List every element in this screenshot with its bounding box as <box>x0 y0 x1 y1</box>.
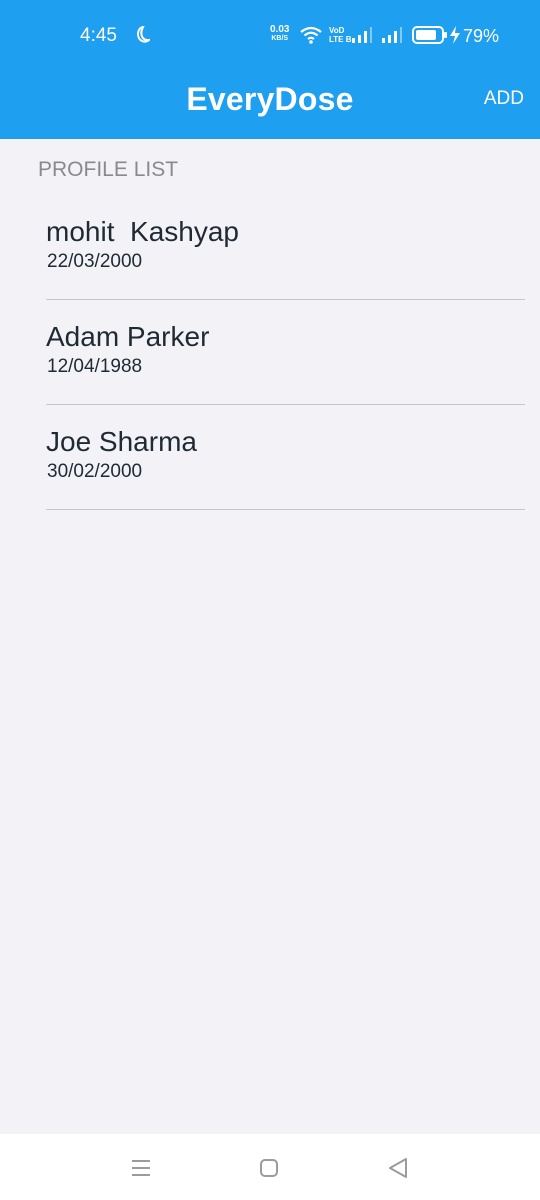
system-nav-bar <box>0 1134 540 1200</box>
wifi-icon <box>300 26 322 49</box>
battery-icon <box>412 26 448 49</box>
network-speed-value: 0.03 <box>270 24 290 35</box>
network-speed: 0.03 KB/S <box>270 25 289 43</box>
charging-icon <box>449 26 461 49</box>
status-time: 4:45 <box>80 25 117 46</box>
profile-name: Adam Parker <box>46 321 210 352</box>
battery-percent: 79% <box>463 26 500 46</box>
profile-dob: 12/04/1988 <box>47 356 143 377</box>
signal-sim1-icon <box>352 27 374 48</box>
back-icon[interactable] <box>387 1157 409 1184</box>
home-icon[interactable] <box>259 1158 279 1183</box>
menu-icon[interactable] <box>131 1158 151 1183</box>
moon-icon <box>134 25 152 49</box>
volte-bottom-label: LTE B <box>329 35 352 44</box>
profile-row[interactable]: mohit Kashyap 22/03/2000 <box>46 196 525 300</box>
profile-row[interactable]: Joe Sharma 30/02/2000 <box>46 406 525 510</box>
signal-sim2-icon <box>382 27 404 48</box>
app-bar: EveryDose ADD <box>0 72 540 139</box>
status-bar: 4:45 0.03 KB/S VoD LTE B 79% <box>0 0 540 72</box>
add-button[interactable]: ADD <box>484 88 524 110</box>
profile-dob: 22/03/2000 <box>47 251 143 272</box>
profile-name: mohit Kashyap <box>46 216 239 247</box>
profile-row[interactable]: Adam Parker 12/04/1988 <box>46 301 525 405</box>
volte-indicator: VoD LTE B <box>329 26 352 44</box>
volte-top-label: VoD <box>329 26 345 35</box>
network-speed-unit: KB/S <box>271 35 289 42</box>
app-title: EveryDose <box>186 81 354 117</box>
profile-name: Joe Sharma <box>46 426 197 457</box>
profile-dob: 30/02/2000 <box>47 461 143 482</box>
profile-list: mohit Kashyap 22/03/2000 Adam Parker 12/… <box>46 196 525 510</box>
profile-list-header: PROFILE LIST <box>38 158 179 181</box>
